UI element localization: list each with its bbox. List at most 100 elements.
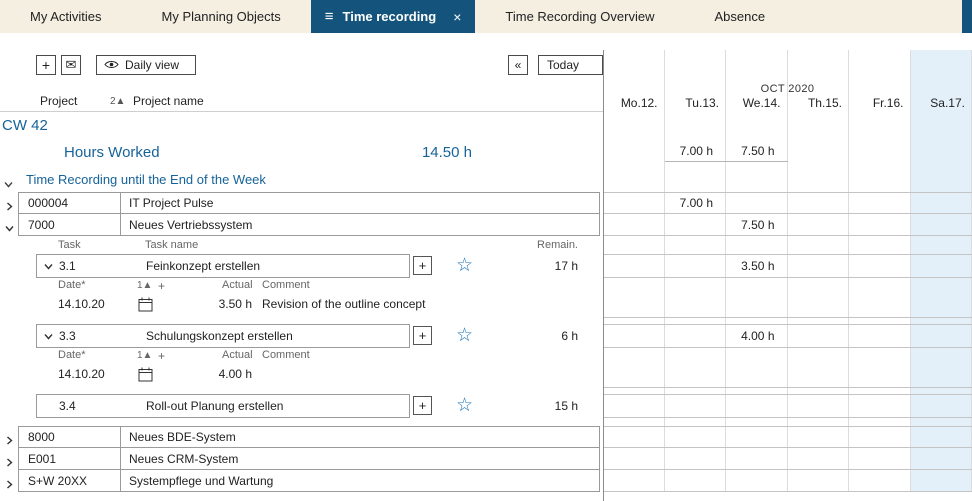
task-day-cell[interactable]	[665, 254, 727, 278]
hours-day-cell	[911, 140, 972, 162]
task-id: 3.4	[59, 399, 146, 413]
project-row-sw20xx: S+W 20XX Systempflege und Wartung	[0, 470, 972, 492]
project-day-cell	[849, 214, 911, 236]
column-header-task-name: Task name	[145, 239, 198, 251]
tab-strip-endcap	[962, 0, 972, 33]
view-select[interactable]: Daily view	[96, 55, 196, 75]
entry-actual-field[interactable]: 3.50 h	[180, 297, 252, 311]
task-day-cell[interactable]	[665, 324, 727, 348]
column-header-date: Date*	[58, 349, 86, 361]
project-name: Neues Vertriebssystem	[121, 214, 599, 235]
add-row-icon[interactable]: +	[158, 279, 165, 293]
task-day-cell[interactable]	[911, 254, 972, 278]
sort-indicator-icon[interactable]: 2▲	[110, 96, 125, 107]
day-header-fr: Fr.16.	[849, 94, 911, 112]
add-entry-button[interactable]: +	[413, 396, 432, 415]
calendar-icon[interactable]	[138, 367, 153, 387]
close-icon[interactable]: ×	[453, 9, 461, 25]
entry-date-field[interactable]: 14.10.20	[58, 297, 105, 311]
project-row-000004: 000004 IT Project Pulse 7.00 h	[0, 192, 972, 214]
add-row-icon[interactable]: +	[158, 349, 165, 363]
task-day-cell[interactable]	[849, 324, 911, 348]
sort-indicator-icon[interactable]: 1▲	[137, 350, 152, 361]
section-header-row: Time Recording until the End of the Week	[0, 168, 972, 192]
task-name: Feinkonzept erstellen	[146, 259, 409, 273]
task-row-3-1: 3.1 Feinkonzept erstellen + ☆ 17 h 3.50 …	[0, 254, 972, 278]
hours-day-cell	[603, 140, 665, 162]
task-day-cell[interactable]	[603, 324, 665, 348]
day-header-mo: Mo.12.	[603, 94, 665, 112]
spacer	[0, 418, 972, 426]
task-day-cell[interactable]: 3.50 h	[726, 254, 788, 278]
project-name: IT Project Pulse	[121, 193, 599, 213]
sort-indicator-icon[interactable]: 1▲	[137, 280, 152, 291]
menu-icon[interactable]: ≡	[325, 8, 334, 25]
section-label: Time Recording until the End of the Week	[26, 172, 266, 187]
column-header-date: Date*	[58, 279, 86, 291]
task-row-3-4: 3.4 Roll-out Planung erstellen + ☆ 15 h	[0, 394, 972, 418]
task-name: Schulungskonzept erstellen	[146, 329, 409, 343]
project-id: 000004	[19, 193, 121, 213]
column-header-comment: Comment	[262, 349, 310, 361]
chevron-down-icon[interactable]	[37, 332, 59, 341]
tab-time-recording-overview[interactable]: Time Recording Overview	[475, 0, 684, 33]
entry-actual-field[interactable]: 4.00 h	[180, 367, 252, 381]
column-header-remaining: Remain.	[537, 239, 578, 251]
tab-absence[interactable]: Absence	[684, 0, 795, 33]
project-name: Neues CRM-System	[121, 448, 599, 469]
hours-day-cell	[849, 140, 911, 162]
hours-day-cell: 7.50 h	[726, 140, 788, 162]
day-header-th: Th.15.	[788, 94, 850, 112]
task-id: 3.3	[59, 329, 146, 343]
hours-worked-total: 14.50 h	[380, 144, 472, 161]
add-button[interactable]: +	[36, 55, 56, 75]
project-day-cell	[603, 214, 665, 236]
time-recording-content: + ✉ Daily view « Today Project 2▲ Projec…	[0, 33, 972, 501]
task-day-cell[interactable]	[849, 254, 911, 278]
favorite-star-icon[interactable]: ☆	[456, 324, 473, 348]
task-day-cell[interactable]	[911, 324, 972, 348]
favorite-star-icon[interactable]: ☆	[456, 394, 473, 418]
column-header-task: Task	[58, 239, 81, 251]
today-button[interactable]: Today	[538, 55, 603, 75]
tab-my-activities[interactable]: My Activities	[0, 0, 132, 33]
task-column-header-row: Task Task name Remain.	[0, 236, 972, 254]
tab-my-planning-objects[interactable]: My Planning Objects	[132, 0, 311, 33]
task-cells: 3.1 Feinkonzept erstellen	[36, 254, 410, 278]
column-header-project-name[interactable]: Project name	[133, 94, 204, 108]
entry-column-header-row: Date* 1▲ + Actual Comment	[0, 278, 972, 293]
column-header-actual: Actual	[222, 349, 253, 361]
tab-label: My Activities	[30, 9, 102, 24]
day-header-tu: Tu.13.	[665, 94, 727, 112]
task-cells: 3.4 Roll-out Planung erstellen	[36, 394, 410, 418]
hours-worked-day-cells: 7.00 h 7.50 h	[603, 140, 972, 162]
task-day-cell[interactable]	[788, 324, 850, 348]
chevron-down-icon[interactable]	[37, 262, 59, 271]
mail-button[interactable]: ✉	[61, 55, 81, 75]
task-remaining-hours: 15 h	[555, 399, 578, 413]
task-day-cell[interactable]	[603, 254, 665, 278]
column-header-project[interactable]: Project	[40, 94, 77, 108]
entry-date-field[interactable]: 14.10.20	[58, 367, 105, 381]
hours-day-cell	[788, 140, 850, 162]
task-id: 3.1	[59, 259, 146, 273]
task-day-cell[interactable]	[788, 254, 850, 278]
project-row-7000: 7000 Neues Vertriebssystem 7.50 h	[0, 214, 972, 236]
tab-time-recording[interactable]: ≡ Time recording ×	[311, 0, 476, 33]
previous-period-button[interactable]: «	[508, 55, 528, 75]
task-cells: 3.3 Schulungskonzept erstellen	[36, 324, 410, 348]
chevron-right-icon[interactable]	[5, 476, 14, 494]
favorite-star-icon[interactable]: ☆	[456, 254, 473, 278]
project-day-cell	[726, 192, 788, 214]
add-entry-button[interactable]: +	[413, 256, 432, 275]
calendar-icon[interactable]	[138, 297, 153, 317]
entry-comment-field[interactable]: Revision of the outline concept	[262, 297, 425, 311]
pane-splitter[interactable]	[603, 50, 604, 501]
project-name: Systempflege und Wartung	[121, 470, 599, 491]
entry-column-header-row: Date* 1▲ + Actual Comment	[0, 348, 972, 363]
column-header-comment: Comment	[262, 279, 310, 291]
add-entry-button[interactable]: +	[413, 326, 432, 345]
tab-label: My Planning Objects	[162, 9, 281, 24]
task-day-cell[interactable]: 4.00 h	[726, 324, 788, 348]
project-id: 7000	[19, 214, 121, 235]
